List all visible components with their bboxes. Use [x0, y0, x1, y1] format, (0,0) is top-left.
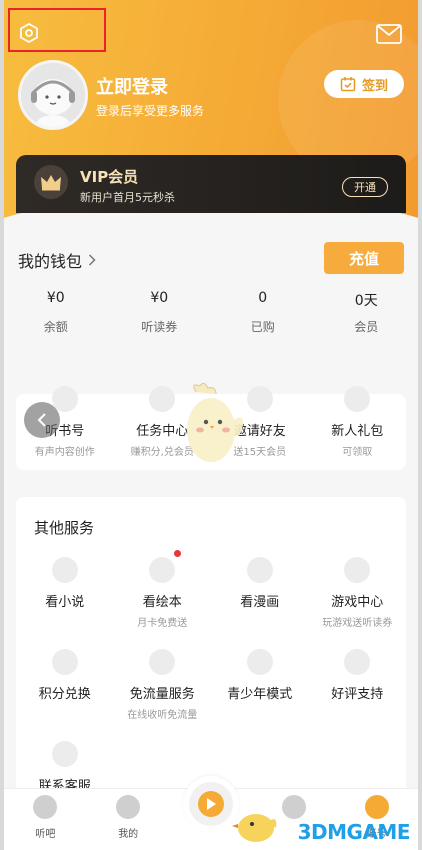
service-novel[interactable]: 看小说	[16, 557, 114, 629]
vip-subtitle: 新用户首月5元秒杀	[80, 191, 175, 204]
music-note-icon	[33, 795, 58, 819]
chevron-right-icon	[88, 254, 96, 266]
player-disc	[189, 782, 233, 826]
service-game-center[interactable]: 游戏中心 玩游戏送听读券	[309, 557, 407, 629]
tab-label: 听吧	[35, 829, 56, 840]
wallet-label: 会员	[354, 320, 379, 334]
service-label: 看小说	[45, 595, 85, 610]
tab-mine[interactable]: 我的	[87, 789, 170, 850]
recharge-button[interactable]: 充值	[324, 242, 404, 274]
service-sub: 在线收听免流量	[127, 710, 198, 721]
signin-label: 签到	[361, 78, 388, 94]
wallet-purchased[interactable]: 0 已购	[211, 290, 315, 340]
service-label: 好评支持	[331, 687, 384, 702]
service-picture-book[interactable]: 看绘本 月卡免费送	[114, 550, 212, 629]
service-comics[interactable]: 看漫画	[211, 557, 309, 629]
wallet-value: 0天	[354, 293, 378, 309]
default-avatar-icon	[21, 63, 85, 127]
player-button[interactable]	[183, 776, 239, 832]
service-label: 看绘本	[142, 595, 182, 610]
back-float-button[interactable]	[24, 402, 60, 438]
service-label: 免流量服务	[129, 687, 195, 702]
vip-open-button[interactable]: 开通	[342, 177, 388, 197]
services-row-2: 积分兑换 免流量服务 在线收听免流量 青少年模式 好评支持	[16, 649, 406, 721]
mascot-chick-icon	[187, 382, 243, 462]
watermark-bird-icon	[232, 814, 277, 842]
wallet-vouchers[interactable]: ¥0 听读券	[108, 290, 212, 340]
service-label: 看漫画	[240, 595, 280, 610]
service-label: 积分兑换	[38, 687, 91, 702]
notification-dot	[173, 550, 181, 557]
wallet-balance[interactable]: ¥0 余额	[4, 290, 108, 340]
vip-banner[interactable]: VIP会员 新用户首月5元秒杀 开通	[16, 155, 406, 213]
wallet-value: ¥0	[150, 290, 169, 306]
game-icon	[344, 557, 371, 583]
service-sub: 月卡免费送	[137, 618, 188, 629]
avatar[interactable]	[18, 60, 88, 130]
points-icon	[51, 649, 78, 675]
chevron-left-icon	[37, 413, 46, 427]
settings-button[interactable]	[14, 18, 44, 48]
wallet-membership[interactable]: 0天 会员	[315, 290, 419, 340]
free-data-icon	[149, 649, 176, 675]
service-free-data[interactable]: 免流量服务 在线收听免流量	[114, 649, 212, 721]
tab-label: 我的	[118, 829, 139, 840]
novel-icon	[51, 557, 78, 583]
login-title[interactable]: 立即登录	[96, 73, 168, 99]
wallet-title[interactable]: 我的钱包	[18, 248, 96, 272]
message-button[interactable]	[376, 24, 402, 44]
quick-item-sub: 有声内容创作	[34, 447, 95, 458]
settings-icon	[20, 22, 38, 44]
teen-mode-icon	[246, 649, 273, 675]
mail-icon	[376, 24, 402, 44]
wallet-label: 余额	[43, 320, 68, 334]
thumbs-up-icon	[344, 649, 371, 675]
wallet-stats: ¥0 余额 ¥0 听读券 0 已购 0天 会员	[4, 290, 418, 340]
tab-listen[interactable]: 听吧	[4, 789, 87, 850]
invite-icon	[246, 386, 273, 412]
services-row-1: 看小说 看绘本 月卡免费送 看漫画 游戏中心 玩游戏送听读券	[16, 550, 407, 629]
play-icon	[198, 791, 224, 817]
quick-item-label: 新人礼包	[331, 424, 384, 439]
service-rate-app[interactable]: 好评支持	[309, 649, 407, 721]
service-label: 游戏中心	[331, 595, 384, 610]
quick-item-sub: 可领取	[342, 447, 373, 458]
service-sub: 玩游戏送听读券	[322, 618, 393, 629]
other-services-title: 其他服务	[34, 519, 95, 537]
wallet-label: 听读券	[141, 320, 178, 334]
service-label: 青少年模式	[227, 687, 293, 702]
calendar-check-icon	[340, 77, 356, 92]
watermark-text: 3DMGAME	[297, 820, 411, 844]
wallet-label: 已购	[250, 320, 275, 334]
vip-title: VIP会员	[80, 168, 139, 186]
service-points-exchange[interactable]: 积分兑换	[16, 649, 114, 721]
quick-item-gift[interactable]: 新人礼包 可领取	[309, 386, 407, 458]
tasks-icon	[149, 386, 176, 412]
service-customer-support[interactable]: 联系客服	[16, 741, 114, 794]
profile-page: 立即登录 登录后享受更多服务 签到 VIP会员 新用户首月5元秒杀 开通 我的钱…	[4, 0, 418, 850]
crown-icon	[34, 165, 68, 199]
other-services-card: 其他服务 看小说 看绘本 月卡免费送 看漫画 游戏中心 玩游戏送听读券 积分兑换…	[16, 497, 406, 797]
signin-button[interactable]: 签到	[324, 70, 404, 98]
compass-icon	[281, 795, 306, 819]
account-icon	[364, 795, 389, 819]
service-teen-mode[interactable]: 青少年模式	[211, 649, 309, 721]
wallet-value: ¥0	[46, 290, 65, 306]
wallet-value: 0	[258, 290, 268, 306]
headphones-icon	[116, 795, 141, 819]
login-subtitle: 登录后享受更多服务	[96, 104, 205, 118]
wallet-title-label: 我的钱包	[18, 252, 83, 271]
picture-book-icon	[149, 557, 176, 583]
comics-icon	[246, 557, 273, 583]
gift-icon	[344, 386, 371, 412]
support-icon	[51, 741, 78, 767]
